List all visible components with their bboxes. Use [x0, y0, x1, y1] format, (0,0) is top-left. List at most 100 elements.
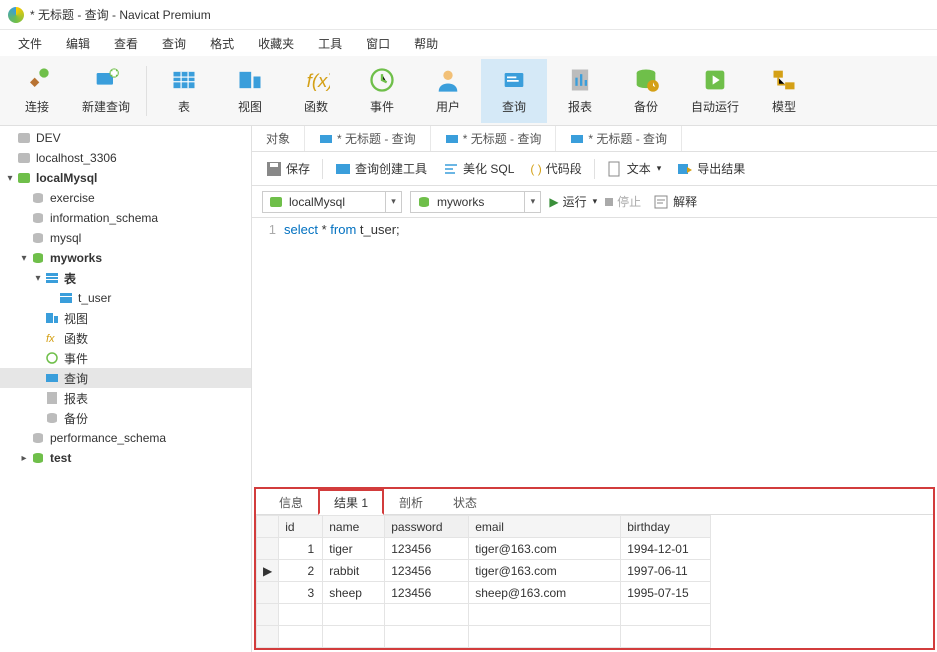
col-header-birthday[interactable]: birthday [621, 516, 711, 538]
tree-db-exercise[interactable]: exercise [0, 188, 251, 208]
cell-email[interactable]: sheep@163.com [469, 582, 621, 604]
tab-objects[interactable]: 对象 [252, 126, 305, 151]
cell-email[interactable]: tiger@163.com [469, 560, 621, 582]
toolbar-autorun-button[interactable]: 自动运行 [679, 59, 751, 123]
toolbar-report-button[interactable]: 报表 [547, 59, 613, 123]
tree-conn-localhost[interactable]: localhost_3306 [0, 148, 251, 168]
tree-tables-folder[interactable]: ▾表 [0, 268, 251, 288]
text-button[interactable]: 文本▾ [603, 158, 666, 179]
toolbar-model-button[interactable]: 模型 [751, 59, 817, 123]
run-button[interactable]: ▶运行▾ [549, 193, 597, 210]
query-icon [500, 66, 528, 94]
tree-queries-folder[interactable]: 查询 [0, 368, 251, 388]
export-result-button[interactable]: 导出结果 [673, 158, 749, 179]
toolbar-event-button[interactable]: 事件 [349, 59, 415, 123]
table-row[interactable]: ▶ 2 rabbit 123456 tiger@163.com 1997-06-… [257, 560, 711, 582]
chevron-down-icon[interactable]: ▾ [385, 192, 401, 212]
toolbar-function-button[interactable]: f(x) 函数 [283, 59, 349, 123]
tab-query-1[interactable]: * 无标题 - 查询 [305, 126, 431, 151]
result-tab-status[interactable]: 状态 [438, 489, 492, 514]
toolbar-backup-button[interactable]: 备份 [613, 59, 679, 123]
cell-birthday[interactable]: 1997-06-11 [621, 560, 711, 582]
chevron-down-icon[interactable]: ▾ [4, 173, 16, 184]
tree-db-mysql[interactable]: mysql [0, 228, 251, 248]
explain-button[interactable]: 解释 [649, 191, 701, 212]
cell-email[interactable]: tiger@163.com [469, 538, 621, 560]
separator [594, 159, 595, 179]
chevron-right-icon[interactable]: ▸ [18, 453, 30, 464]
result-tab-profile[interactable]: 剖析 [384, 489, 438, 514]
paren-icon: ( ) [530, 162, 541, 176]
connection-tree[interactable]: DEV localhost_3306 ▾localMysql exercise … [0, 126, 252, 652]
cell-name[interactable]: tiger [323, 538, 385, 560]
report-icon [566, 66, 594, 94]
view-icon [236, 66, 264, 94]
tree-table-tuser[interactable]: t_user [0, 288, 251, 308]
query-builder-button[interactable]: 查询创建工具 [331, 158, 431, 179]
cell-birthday[interactable]: 1994-12-01 [621, 538, 711, 560]
toolbar-view-button[interactable]: 视图 [217, 59, 283, 123]
beautify-sql-button[interactable]: 美化 SQL [439, 158, 518, 179]
tree-db-perfschema[interactable]: performance_schema [0, 428, 251, 448]
sql-editor[interactable]: 1 select * from t_user; [252, 218, 937, 485]
result-tab-info[interactable]: 信息 [264, 489, 318, 514]
menu-window[interactable]: 窗口 [354, 31, 402, 56]
toolbar-query-button[interactable]: 查询 [481, 59, 547, 123]
toolbar-table-button[interactable]: 表 [151, 59, 217, 123]
tree-views-folder[interactable]: 视图 [0, 308, 251, 328]
sql-code[interactable]: select * from t_user; [284, 222, 937, 481]
save-button[interactable]: 保存 [262, 158, 314, 179]
menu-edit[interactable]: 编辑 [54, 31, 102, 56]
tree-functions-folder[interactable]: fx函数 [0, 328, 251, 348]
cell-birthday[interactable]: 1995-07-15 [621, 582, 711, 604]
col-header-email[interactable]: email [469, 516, 621, 538]
chevron-down-icon[interactable]: ▾ [18, 253, 30, 264]
explain-icon [653, 194, 669, 210]
tree-db-test[interactable]: ▸test [0, 448, 251, 468]
cell-password[interactable]: 123456 [385, 560, 469, 582]
database-select[interactable]: myworks ▾ [410, 191, 541, 213]
menu-help[interactable]: 帮助 [402, 31, 450, 56]
stop-icon [605, 198, 613, 206]
toolbar-newquery-button[interactable]: 新建查询 [70, 59, 142, 123]
table-row[interactable]: 3 sheep 123456 sheep@163.com 1995-07-15 [257, 582, 711, 604]
result-tab-result1[interactable]: 结果 1 [318, 489, 384, 515]
cell-id[interactable]: 2 [279, 560, 323, 582]
menu-favorites[interactable]: 收藏夹 [246, 31, 306, 56]
tree-reports-folder[interactable]: 报表 [0, 388, 251, 408]
cell-id[interactable]: 1 [279, 538, 323, 560]
cell-name[interactable]: rabbit [323, 560, 385, 582]
tree-backups-folder[interactable]: 备份 [0, 408, 251, 428]
toolbar-function-label: 函数 [304, 98, 328, 115]
col-header-name[interactable]: name [323, 516, 385, 538]
col-header-password[interactable]: password [385, 516, 469, 538]
cell-password[interactable]: 123456 [385, 582, 469, 604]
connection-select[interactable]: localMysql ▾ [262, 191, 402, 213]
tab-query-2[interactable]: * 无标题 - 查询 [431, 126, 557, 151]
cell-name[interactable]: sheep [323, 582, 385, 604]
chevron-down-icon[interactable]: ▾ [524, 192, 540, 212]
menu-tools[interactable]: 工具 [306, 31, 354, 56]
toolbar-connect-button[interactable]: 连接 [4, 59, 70, 123]
menu-format[interactable]: 格式 [198, 31, 246, 56]
tree-conn-dev[interactable]: DEV [0, 128, 251, 148]
stop-button[interactable]: 停止 [605, 193, 641, 210]
menu-file[interactable]: 文件 [6, 31, 54, 56]
toolbar-user-button[interactable]: 用户 [415, 59, 481, 123]
tree-db-infoschema[interactable]: information_schema [0, 208, 251, 228]
table-row[interactable]: 1 tiger 123456 tiger@163.com 1994-12-01 [257, 538, 711, 560]
chevron-down-icon[interactable]: ▾ [32, 273, 44, 284]
tree-events-folder[interactable]: 事件 [0, 348, 251, 368]
svg-text:f(x): f(x) [307, 70, 330, 91]
menu-query[interactable]: 查询 [150, 31, 198, 56]
col-header-id[interactable]: id [279, 516, 323, 538]
tree-db-myworks[interactable]: ▾myworks [0, 248, 251, 268]
database-open-icon [30, 450, 46, 466]
result-grid[interactable]: id name password email birthday 1 tiger [256, 515, 933, 648]
menu-view[interactable]: 查看 [102, 31, 150, 56]
cell-id[interactable]: 3 [279, 582, 323, 604]
cell-password[interactable]: 123456 [385, 538, 469, 560]
code-snippet-button[interactable]: ( )代码段 [526, 158, 585, 179]
tab-query-3[interactable]: * 无标题 - 查询 [556, 126, 682, 151]
tree-conn-localmysql[interactable]: ▾localMysql [0, 168, 251, 188]
